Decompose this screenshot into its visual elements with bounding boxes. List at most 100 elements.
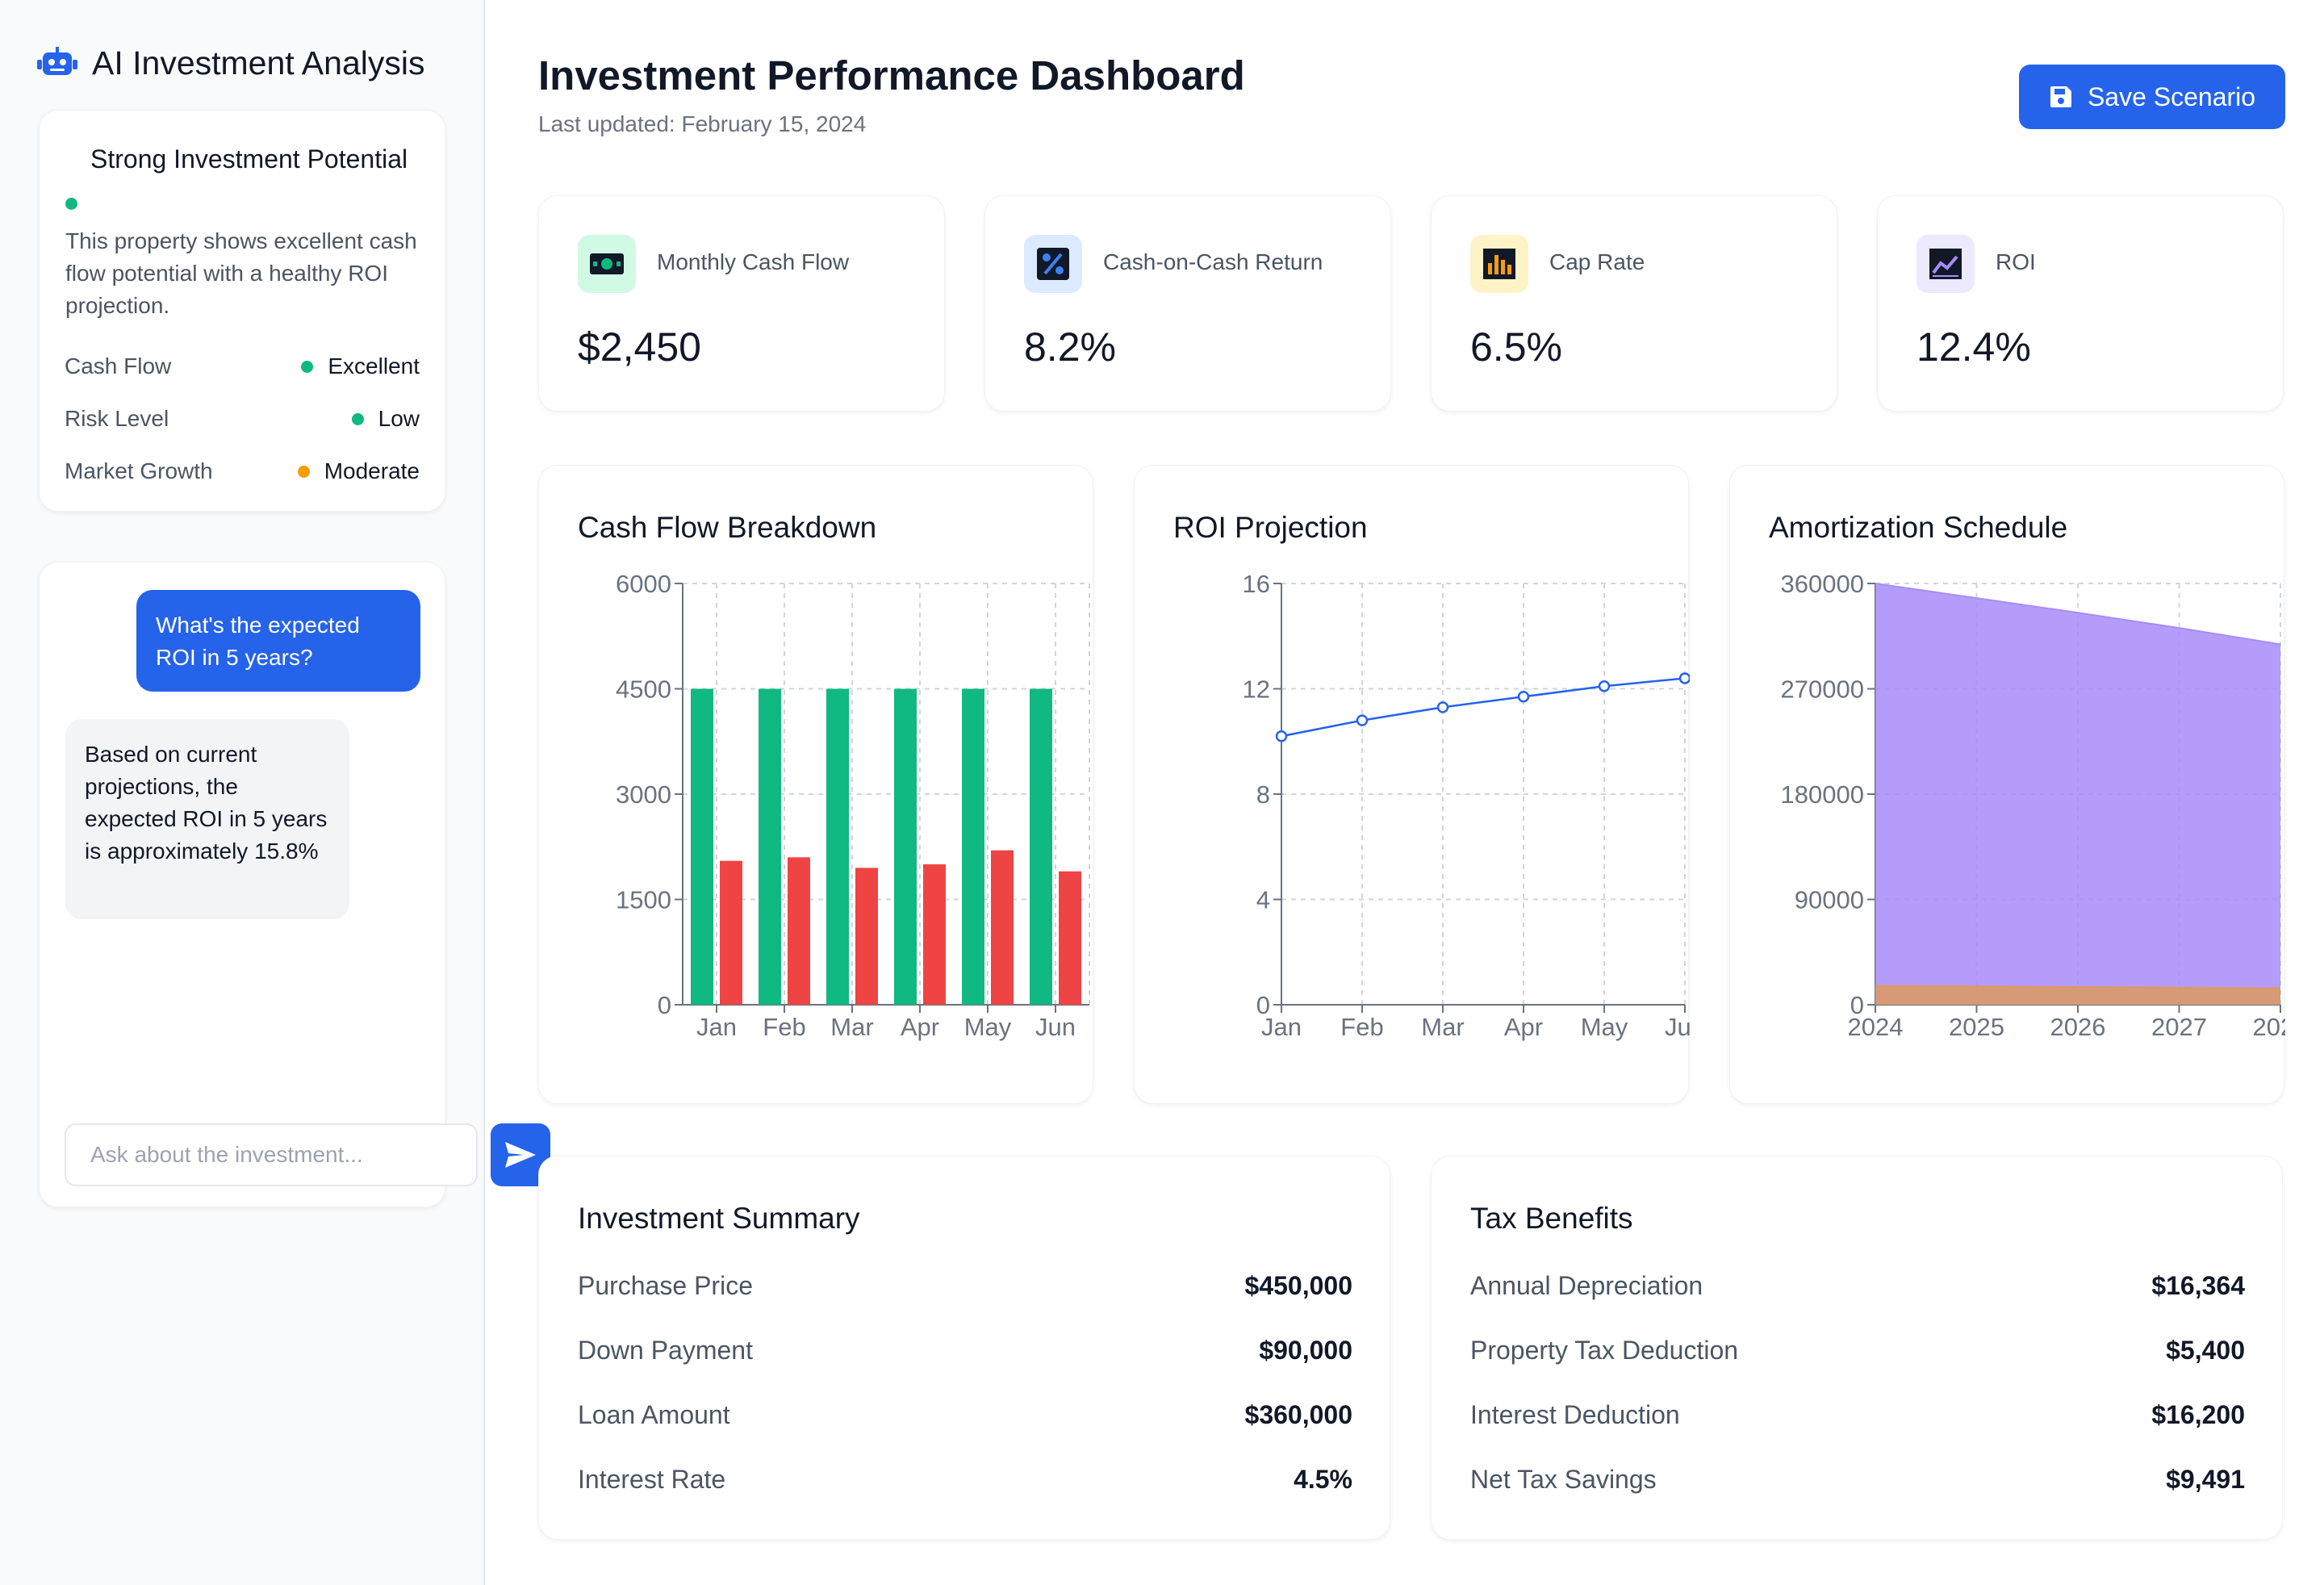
y-tick-label: 3000 [616, 780, 671, 809]
x-tick-label: Apr [901, 1013, 939, 1041]
bar [855, 868, 878, 1005]
main-content: Investment Performance Dashboard Last up… [487, 0, 2324, 1585]
data-point [1517, 691, 1530, 703]
x-tick-label: Mar [830, 1013, 873, 1041]
page-title: Investment Performance Dashboard [538, 52, 1245, 98]
chart-card-cash-flow: Cash Flow Breakdown 0 1500 3000 4500 6000 Jan… [538, 465, 1093, 1104]
bar [826, 688, 849, 1005]
y-tick-label: 270000 [1781, 675, 1864, 704]
x-tick-label: 2026 [2050, 1013, 2106, 1041]
metric-cash-flow [65, 448, 420, 480]
bar [759, 688, 781, 1005]
x-tick-label: Jun [1035, 1013, 1076, 1041]
bar [894, 688, 917, 1005]
y-tick-label: 0 [658, 991, 671, 1019]
summary-row: Loan Amount $360,000 [578, 1395, 1352, 1434]
money-bill-icon [578, 235, 636, 293]
data-point [1436, 701, 1449, 713]
bar [720, 860, 742, 1005]
bar [691, 688, 713, 1005]
row-label: Net Tax Savings [1470, 1464, 1657, 1494]
investment-summary-card: Investment Summary Purchase Price $450,00… [538, 1156, 1390, 1540]
trend-chart-icon [1916, 235, 1975, 293]
x-tick-label: 2024 [1848, 1013, 1904, 1041]
bar-chart-icon [1470, 235, 1528, 293]
chat-panel: What's the expected ROI in 5 years? Base… [39, 562, 445, 1207]
bar [962, 688, 984, 1005]
floppy-disk-icon [2050, 86, 2071, 107]
row-value: $90,000 [1259, 1335, 1352, 1365]
data-point [1275, 730, 1288, 742]
x-tick-label: Feb [763, 1013, 805, 1041]
bar [1030, 688, 1052, 1005]
row-value: $16,364 [2151, 1270, 2245, 1300]
section-title: Investment Summary [578, 1202, 860, 1235]
insight-card: Strong Investment Potential This propert… [39, 110, 445, 512]
kpi-label: Monthly Cash Flow [657, 249, 850, 274]
row-label: Interest Deduction [1470, 1399, 1680, 1429]
row-label: Purchase Price [578, 1270, 753, 1300]
tax-row: Property Tax Deduction $5,400 [1470, 1331, 2245, 1370]
y-tick-label: 180000 [1781, 780, 1864, 809]
row-label: Property Tax Deduction [1470, 1335, 1739, 1365]
x-tick-label: May [1581, 1013, 1628, 1041]
row-value: $450,000 [1244, 1270, 1352, 1300]
row-value: $16,200 [2151, 1399, 2245, 1429]
save-scenario-button[interactable]: Save Scenario [2019, 65, 2285, 129]
kpi-value: 6.5% [1470, 324, 1562, 370]
tax-benefits-card: Tax Benefits Annual Depreciation $16,364 … [1431, 1156, 2283, 1540]
insight-header: Strong Investment Potential [65, 140, 420, 210]
x-tick-label: Jan [1261, 1013, 1302, 1041]
cash-flow-bar-chart: 0 1500 3000 4500 6000 Jan Feb Mar Apr May Jun [616, 570, 1090, 1041]
row-label: Interest Rate [578, 1464, 726, 1494]
x-tick-label: Feb [1340, 1013, 1383, 1041]
x-tick-label: Mar [1421, 1013, 1464, 1041]
x-tick-label: Jun [1665, 1013, 1690, 1041]
tax-row: Net Tax Savings $9,491 [1470, 1460, 2245, 1499]
row-label: Loan Amount [578, 1399, 730, 1429]
row-value: $5,400 [2166, 1335, 2245, 1365]
summary-row: Interest Rate 4.5% [578, 1460, 1352, 1499]
y-tick-label: 6000 [616, 570, 671, 598]
data-point [1598, 680, 1611, 692]
chat-message-assistant: Based on current projections, the expect… [65, 719, 349, 919]
percent-icon [1024, 235, 1082, 293]
bar [1059, 871, 1081, 1005]
app-title: AI Investment Analysis [92, 44, 425, 82]
roi-line-chart: 0481216JanFebMarAprMayJun [1243, 570, 1690, 1041]
kpi-label: Cash-on-Cash Return [1103, 249, 1323, 274]
tax-row: Annual Depreciation $16,364 [1470, 1266, 2245, 1305]
chart-card-roi-projection: ROI Projection 0481216JanFebMarAprMayJun [1134, 465, 1690, 1104]
x-tick-label: Jan [696, 1013, 737, 1041]
kpi-card-cash-on-cash-return: Cash-on-Cash Return 8.2% [984, 195, 1391, 412]
x-tick-label: 2028 [2253, 1013, 2285, 1041]
robot-icon [37, 47, 77, 75]
x-tick-label: May [964, 1013, 1012, 1041]
y-tick-label: 90000 [1795, 886, 1864, 914]
summary-row: Purchase Price $450,000 [578, 1266, 1352, 1305]
chat-message-user: What's the expected ROI in 5 years? [136, 590, 420, 692]
chart-card-amortization: Amortization Schedule 0 90000 180000 270000… [1729, 465, 2285, 1104]
brand: AI Investment Analysis [37, 39, 424, 87]
amortization-area-chart: 0900001800002700003600002024 2025 2026 2027… [1781, 570, 2285, 1041]
save-button-label: Save Scenario [2087, 82, 2256, 111]
data-point [1356, 714, 1369, 726]
y-tick-label: 1500 [616, 886, 671, 914]
bar [923, 864, 946, 1005]
insight-description: This property shows excellent cash flow … [65, 228, 417, 318]
chat-input[interactable] [65, 1123, 478, 1186]
y-tick-label: 360000 [1781, 570, 1864, 598]
last-updated: Last updated: February 15, 2024 [538, 111, 867, 136]
kpi-label: Cap Rate [1549, 249, 1645, 274]
row-label: Down Payment [578, 1335, 753, 1365]
x-tick-label: Apr [1504, 1013, 1543, 1041]
kpi-card-cap-rate: Cap Rate 6.5% [1431, 195, 1837, 412]
data-point [1678, 672, 1690, 684]
area-series [1875, 583, 2280, 1005]
tax-row: Interest Deduction $16,200 [1470, 1395, 2245, 1434]
row-value: $9,491 [2166, 1464, 2245, 1494]
summary-row: Down Payment $90,000 [578, 1331, 1352, 1370]
section-title: Tax Benefits [1470, 1202, 1633, 1235]
row-value: $360,000 [1244, 1399, 1352, 1429]
kpi-label: ROI [1996, 249, 2036, 274]
